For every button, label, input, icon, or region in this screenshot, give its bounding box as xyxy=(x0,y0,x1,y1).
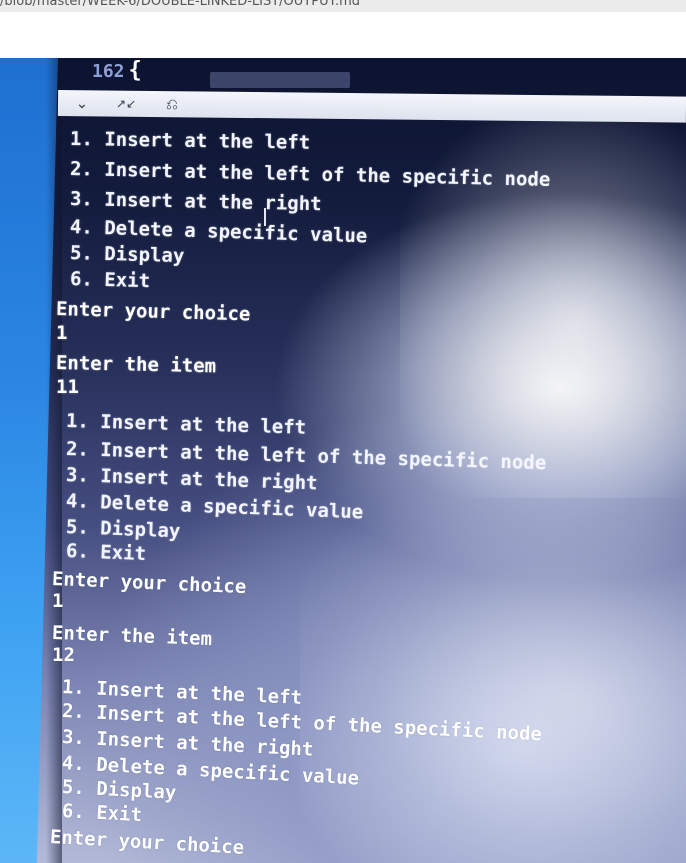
terminal-line: 1. Insert at the left xyxy=(65,410,307,439)
terminal-line: 6. Exit xyxy=(61,800,143,827)
terminal-line: 6. Exit xyxy=(69,268,151,293)
terminal-line: 6. Exit xyxy=(65,540,147,566)
terminal-line: 5. Display xyxy=(65,516,181,543)
monitor-photo: 162{ ⌄ ↗↙ ⎌ 1. Insert at the left 2. Ins… xyxy=(0,58,686,863)
terminal-line: 5. Display xyxy=(69,242,185,268)
photo-of-screen: /blob/master/WEEK-6/DOUBLE-LINKED-LIST/O… xyxy=(0,0,686,863)
terminal-line: Enter the item xyxy=(51,622,213,651)
terminal-line: 11 xyxy=(56,376,79,398)
terminal-line: 3. Insert at the right xyxy=(65,464,318,495)
terminal-line: Enter your choice xyxy=(51,568,247,599)
browser-url-bar[interactable]: /blob/master/WEEK-6/DOUBLE-LINKED-LIST/O… xyxy=(0,0,686,12)
terminal-line: 12 xyxy=(52,644,75,666)
terminal-line: Enter your choice xyxy=(55,298,251,326)
terminal-line: 1 xyxy=(52,590,64,612)
terminal-output: 1. Insert at the left 2. Insert at the l… xyxy=(0,58,686,863)
text-cursor xyxy=(264,208,266,226)
terminal-line: Enter the item xyxy=(55,352,217,378)
terminal-line: 1 xyxy=(56,322,68,344)
terminal-line: 3. Insert at the right xyxy=(69,188,322,216)
terminal-line: 2. Insert at the left of the specific no… xyxy=(69,158,551,191)
terminal-line: 1. Insert at the left xyxy=(69,128,311,154)
url-text: /blob/master/WEEK-6/DOUBLE-LINKED-LIST/O… xyxy=(0,0,361,9)
terminal-line: Enter your choice xyxy=(49,826,245,859)
terminal-line: 5. Display xyxy=(61,776,177,804)
